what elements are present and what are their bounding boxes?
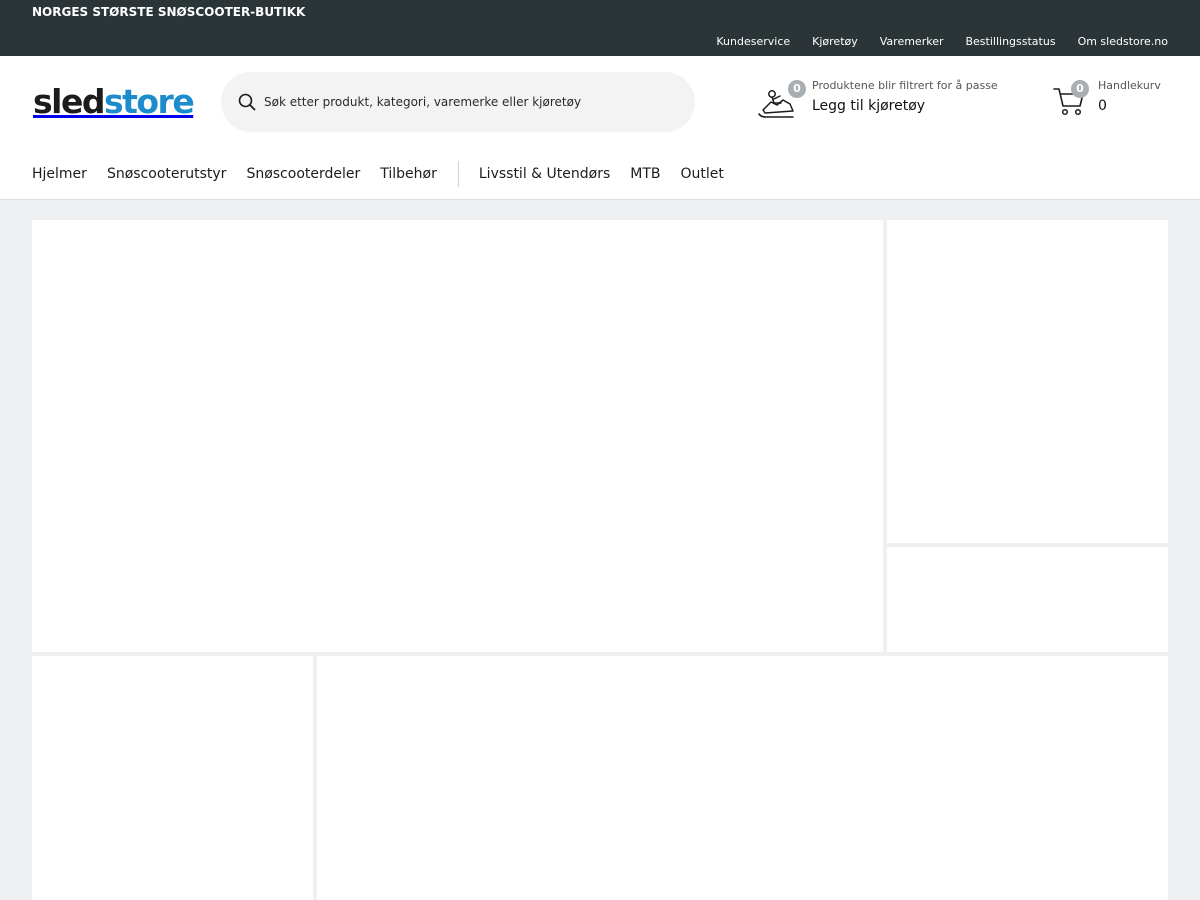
logo[interactable]: sledstore — [33, 82, 195, 121]
logo-part-sled: sled — [33, 82, 105, 121]
top-link-vehicles[interactable]: Kjøretøy — [812, 35, 858, 48]
vehicle-count-badge: 0 — [788, 80, 806, 98]
search-icon[interactable] — [238, 93, 256, 111]
add-vehicle-button[interactable]: 0 Produktene blir filtrert for å passe L… — [757, 78, 1017, 128]
top-link-about[interactable]: Om sledstore.no — [1078, 35, 1168, 48]
search-input[interactable] — [264, 88, 674, 116]
logo-part-store: store — [103, 82, 195, 121]
site-header: sledstore 0 Produktene blir filtrert for… — [0, 56, 1200, 200]
hero-banner-main[interactable] — [32, 220, 883, 652]
nav-item-outlet[interactable]: Outlet — [681, 166, 724, 182]
nav-item-snowmobile-parts[interactable]: Snøscooterdeler — [246, 166, 360, 182]
vehicle-subtitle: Produktene blir filtrert for å passe — [812, 79, 998, 92]
nav-divider — [457, 161, 459, 187]
cart-label: Handlekurv — [1098, 79, 1161, 92]
nav-item-lifestyle-outdoor[interactable]: Livsstil & Utendørs — [479, 166, 610, 182]
top-link-brands[interactable]: Varemerker — [880, 35, 944, 48]
hero-banner-side-top[interactable] — [887, 220, 1168, 543]
top-link-customer-service[interactable]: Kundeservice — [716, 35, 790, 48]
vehicle-action-label: Legg til kjøretøy — [812, 98, 926, 114]
main-nav: Hjelmer Snøscooterutstyr Snøscooterdeler… — [32, 160, 744, 188]
top-bar: NORGES STØRSTE SNØSCOOTER-BUTIKK Kundese… — [0, 0, 1200, 56]
nav-item-mtb[interactable]: MTB — [630, 166, 660, 182]
cart-button[interactable]: 0 Handlekurv 0 — [1053, 78, 1173, 128]
top-links: Kundeservice Kjøretøy Varemerker Bestill… — [716, 35, 1168, 48]
nav-item-helmets[interactable]: Hjelmer — [32, 166, 87, 182]
hero-banner-side-bottom[interactable] — [887, 547, 1168, 652]
nav-item-snowmobile-gear[interactable]: Snøscooterutstyr — [107, 166, 227, 182]
tagline: NORGES STØRSTE SNØSCOOTER-BUTIKK — [32, 5, 306, 19]
cart-count-badge: 0 — [1071, 80, 1089, 98]
promo-tile-left[interactable] — [32, 656, 313, 900]
promo-tile-wide[interactable] — [317, 656, 1168, 900]
cart-total: 0 — [1098, 98, 1107, 114]
top-link-order-status[interactable]: Bestillingsstatus — [965, 35, 1055, 48]
search-bar[interactable] — [221, 72, 695, 132]
nav-item-accessories[interactable]: Tilbehør — [380, 166, 437, 182]
